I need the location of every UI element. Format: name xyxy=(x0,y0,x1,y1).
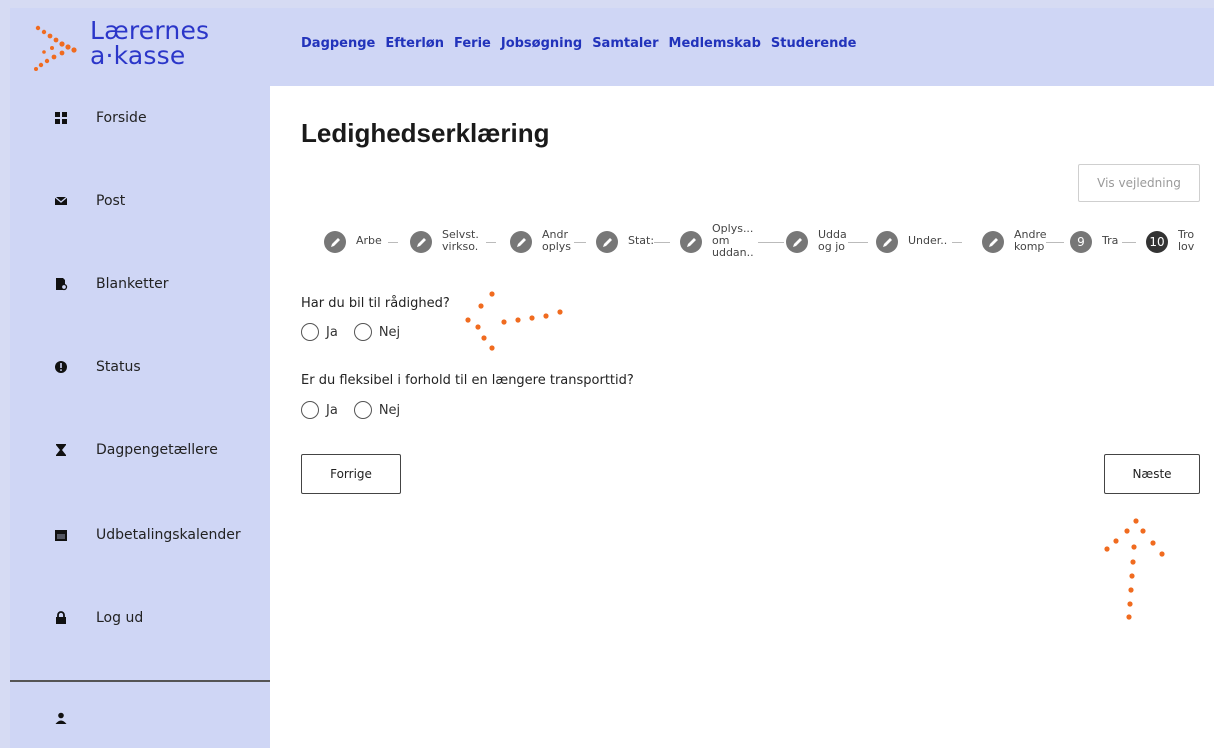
sidebar-item-label: Udbetalingskalender xyxy=(96,527,241,543)
header: Lærernes a·kasse Dagpenge Efterløn Ferie… xyxy=(10,8,1214,86)
pencil-icon xyxy=(410,231,432,253)
sidebar-item-label: Dagpengetællere xyxy=(96,442,218,458)
logo-text: Lærernes a·kasse xyxy=(90,18,209,68)
exclamation-circle-icon xyxy=(54,360,68,374)
step-connector xyxy=(758,242,784,243)
question-car-available: Har du bil til rådighed? xyxy=(301,296,450,311)
pencil-icon xyxy=(510,231,532,253)
radio-label: Nej xyxy=(378,324,401,340)
page-frame: Lærernes a·kasse Dagpenge Efterløn Ferie… xyxy=(0,0,1214,748)
logo[interactable]: Lærernes a·kasse xyxy=(32,18,232,78)
radio-car-yes[interactable]: Ja xyxy=(301,323,338,341)
lock-icon xyxy=(54,611,68,625)
sidebar-item-forside[interactable]: Forside xyxy=(10,98,270,138)
step-connector xyxy=(388,242,398,243)
step-label: Udda og jo xyxy=(818,228,847,253)
radio-circle[interactable] xyxy=(353,401,372,419)
pencil-icon xyxy=(596,231,618,253)
sidebar-item-udbetalingskalender[interactable]: Udbetalingskalender xyxy=(10,515,270,555)
radio-label: Ja xyxy=(326,324,338,340)
progress-stepper: Arbe Selvst. virkso. Andr oplys Stat: Op… xyxy=(324,214,1214,284)
step-label: Andr oplys xyxy=(542,228,572,253)
topnav-samtaler[interactable]: Samtaler xyxy=(592,36,658,51)
document-search-icon xyxy=(54,277,68,291)
next-button[interactable]: Næste xyxy=(1104,454,1200,494)
sidebar-item-profile[interactable] xyxy=(10,698,270,738)
step-label: Tra xyxy=(1102,234,1119,247)
radio-circle[interactable] xyxy=(301,401,319,419)
step-label: Arbe xyxy=(356,234,382,247)
sidebar-item-label: Post xyxy=(96,193,126,209)
calendar-icon xyxy=(54,528,68,542)
radio-transport-no[interactable]: Nej xyxy=(353,401,401,419)
sidebar-item-blanketter[interactable]: Blanketter xyxy=(10,264,270,304)
logo-dots-icon xyxy=(34,25,77,71)
step-connector xyxy=(952,242,962,243)
step-number-9: 9 xyxy=(1070,231,1092,253)
pencil-icon xyxy=(786,231,808,253)
radio-car-no[interactable]: Nej xyxy=(353,323,401,341)
pencil-icon xyxy=(324,231,346,253)
user-icon xyxy=(54,711,68,725)
step-number-10: 10 xyxy=(1146,231,1168,253)
step-label: Stat: xyxy=(628,234,654,247)
sidebar-item-log-ud[interactable]: Log ud xyxy=(10,598,270,638)
main-content: Ledighedserklæring Vis vejledning Arbe S… xyxy=(270,86,1214,748)
sidebar-item-label: Forside xyxy=(96,110,147,126)
sidebar-item-label: Status xyxy=(96,359,141,375)
topnav-dagpenge[interactable]: Dagpenge xyxy=(301,36,375,51)
step-label: Under.. xyxy=(908,234,948,247)
pencil-icon xyxy=(876,231,898,253)
pencil-icon xyxy=(680,231,702,253)
show-guide-button[interactable]: Vis vejledning xyxy=(1078,164,1200,202)
question-flexible-transport: Er du fleksibel i forhold til en længere… xyxy=(301,373,634,388)
radio-transport-yes[interactable]: Ja xyxy=(301,401,338,419)
topnav-studerende[interactable]: Studerende xyxy=(771,36,857,51)
step-connector xyxy=(486,242,496,243)
sidebar-item-dagpengetaellere[interactable]: Dagpengetællere xyxy=(10,430,270,470)
hourglass-icon xyxy=(54,443,68,457)
sidebar-divider xyxy=(10,680,270,682)
step-connector xyxy=(1046,242,1064,243)
radio-label: Ja xyxy=(326,402,338,418)
topnav-efterlon[interactable]: Efterløn xyxy=(385,36,444,51)
sidebar-item-label: Log ud xyxy=(96,610,144,626)
brand-line1: Lærernes xyxy=(90,16,210,45)
brand-line2: a·kasse xyxy=(90,41,186,70)
sidebar-item-post[interactable]: Post xyxy=(10,181,270,221)
previous-button[interactable]: Forrige xyxy=(301,454,401,494)
pencil-icon xyxy=(982,231,1004,253)
sidebar: Forside Post Blanketter Status Dagpenget… xyxy=(10,86,270,748)
topnav-medlemskab[interactable]: Medlemskab xyxy=(669,36,761,51)
envelope-icon xyxy=(54,194,68,208)
radio-group-car: Ja Nej xyxy=(301,323,416,341)
step-label: Tro lov xyxy=(1178,228,1195,253)
sidebar-item-status[interactable]: Status xyxy=(10,347,270,387)
top-navigation: Dagpenge Efterløn Ferie Jobsøgning Samta… xyxy=(301,36,866,51)
sidebar-item-label: Blanketter xyxy=(96,276,169,292)
step-connector xyxy=(574,242,586,243)
radio-circle[interactable] xyxy=(301,323,319,341)
radio-group-transport: Ja Nej xyxy=(301,401,416,419)
step-label: Selvst. virkso. xyxy=(442,228,479,253)
grid-icon xyxy=(54,111,68,125)
step-connector xyxy=(654,242,670,243)
topnav-ferie[interactable]: Ferie xyxy=(454,36,491,51)
page-title: Ledighedserklæring xyxy=(301,118,550,148)
radio-label: Nej xyxy=(378,402,401,418)
topnav-jobsogning[interactable]: Jobsøgning xyxy=(501,36,582,51)
step-connector xyxy=(848,242,868,243)
step-label: Oplys... om uddan.. xyxy=(712,222,754,259)
radio-circle[interactable] xyxy=(353,323,372,341)
step-label: Andre komp xyxy=(1014,228,1046,253)
step-connector xyxy=(1122,242,1136,243)
